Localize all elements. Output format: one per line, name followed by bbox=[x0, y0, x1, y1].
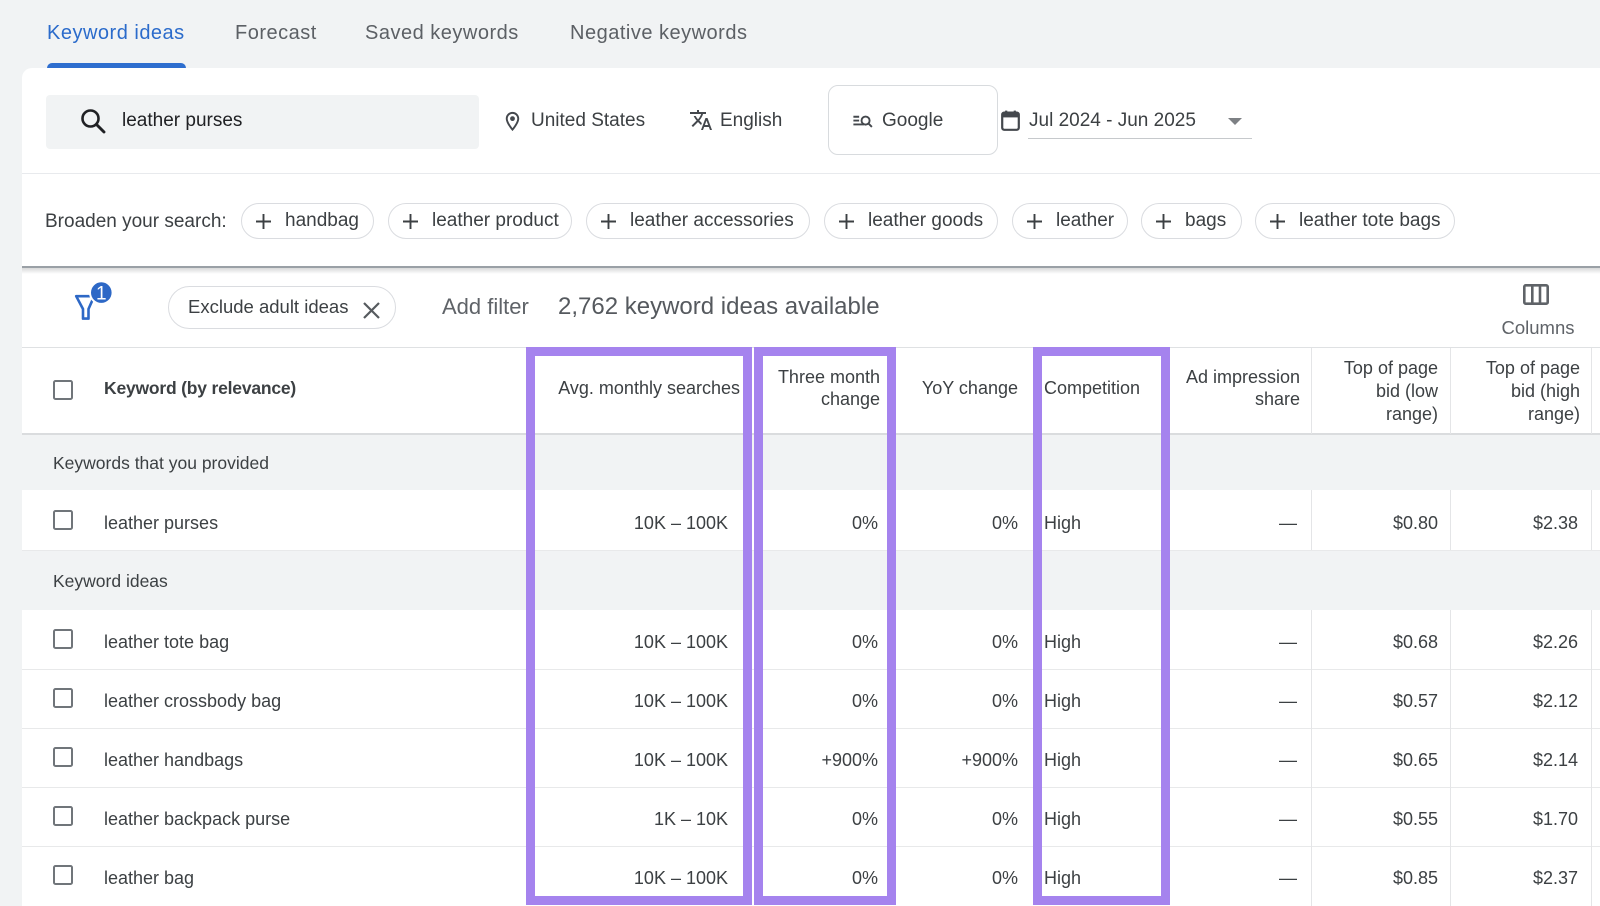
svg-text:1: 1 bbox=[96, 283, 107, 304]
